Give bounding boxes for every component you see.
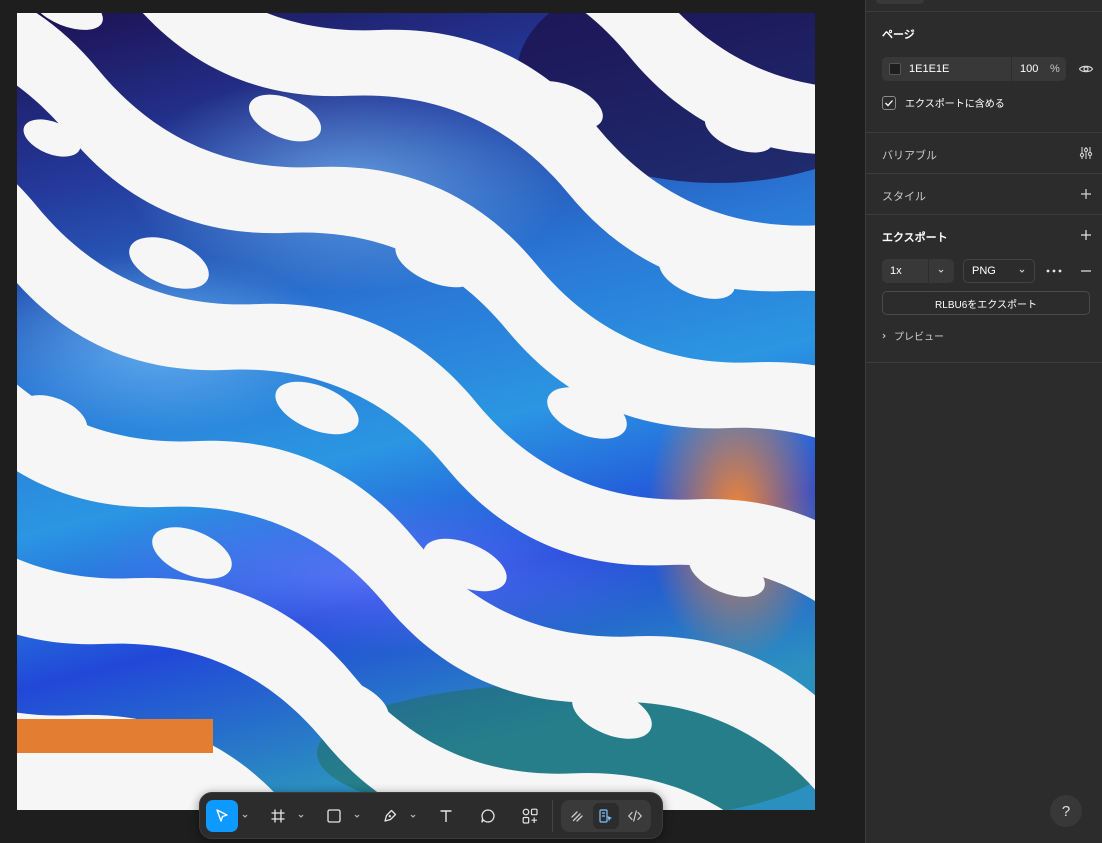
export-format-select[interactable]: PNG (963, 259, 1035, 283)
export-button[interactable]: RLBU6をエクスポート (882, 291, 1090, 315)
draw-mode-icon (571, 810, 583, 822)
pen-tool-dropdown[interactable] (406, 800, 420, 832)
comment-tool-button[interactable] (472, 800, 504, 832)
draw-mode-button[interactable] (564, 803, 590, 829)
frame-tool-dropdown[interactable] (294, 800, 308, 832)
panel-tab-stub[interactable] (876, 0, 924, 4)
remove-export-button[interactable] (1076, 261, 1096, 281)
styles-section-title: スタイル (882, 191, 926, 203)
chevron-down-icon (298, 814, 304, 818)
chevron-down-icon (242, 814, 248, 818)
bottom-toolbar (199, 792, 663, 839)
export-scale-value: 1x (890, 265, 902, 277)
frame-tool-button[interactable] (262, 800, 294, 832)
minus-icon (1081, 270, 1091, 272)
orange-accent-bar (17, 719, 213, 753)
export-section-title: エクスポート (882, 232, 948, 244)
canvas[interactable] (0, 0, 865, 843)
chevron-down-icon (1019, 269, 1025, 273)
chevron-down-icon (938, 269, 944, 273)
properties-panel: ページ 1E1E1E 100 % エクスポートに含める バリアブル スタイル エ… (865, 0, 1102, 843)
app-window: ページ 1E1E1E 100 % エクスポートに含める バリアブル スタイル エ… (0, 0, 1102, 843)
frame-icon (271, 809, 285, 822)
add-export-button[interactable] (1076, 225, 1096, 245)
fill-opacity-value[interactable]: 100 (1020, 63, 1044, 75)
export-format-value: PNG (972, 265, 996, 277)
variables-settings-button[interactable] (1076, 143, 1096, 163)
fill-color-swatch[interactable] (889, 63, 901, 75)
preview-toggle[interactable]: プレビュー (880, 328, 944, 343)
shape-tool-button[interactable] (318, 800, 350, 832)
add-style-button[interactable] (1076, 184, 1096, 204)
checkmark-icon (885, 99, 893, 106)
move-tool-button[interactable] (206, 799, 238, 832)
chevron-right-icon (882, 333, 886, 338)
move-tool-dropdown[interactable] (238, 800, 252, 832)
design-mode-icon (599, 808, 612, 823)
plus-icon (1081, 189, 1091, 199)
chevron-down-icon (410, 814, 416, 818)
include-in-export-label: エクスポートに含める (905, 99, 1005, 110)
page-section-title: ページ (882, 29, 915, 41)
include-in-export-checkbox[interactable]: エクスポートに含める (882, 95, 1005, 110)
rectangle-icon (327, 808, 341, 823)
artboard-frame[interactable] (17, 13, 815, 810)
dev-mode-button[interactable] (622, 803, 648, 829)
export-scale-select[interactable]: 1x (882, 259, 954, 283)
pen-tool-button[interactable] (374, 800, 406, 832)
preview-label: プレビュー (894, 332, 944, 343)
sliders-icon (1079, 147, 1093, 159)
actions-tool-button[interactable] (514, 800, 546, 832)
export-more-options-button[interactable] (1044, 261, 1064, 281)
checkbox-box[interactable] (882, 95, 896, 110)
divider (866, 173, 1102, 174)
help-button[interactable]: ? (1050, 795, 1082, 827)
plus-icon (1081, 230, 1091, 240)
divider (866, 132, 1102, 133)
fill-hex-value[interactable]: 1E1E1E (909, 63, 1009, 75)
variables-section-title: バリアブル (882, 150, 937, 162)
visibility-toggle[interactable] (1076, 59, 1096, 79)
divider (866, 362, 1102, 363)
shape-tool-dropdown[interactable] (350, 800, 364, 832)
divider (866, 214, 1102, 215)
pen-icon (384, 809, 397, 822)
eye-icon (1078, 65, 1094, 73)
text-tool-button[interactable] (430, 800, 462, 832)
chevron-down-icon (354, 814, 360, 818)
actions-icon (522, 808, 538, 824)
fill-opacity-unit: % (1050, 63, 1060, 75)
more-horizontal-icon (1046, 269, 1062, 273)
dev-mode-icon (627, 809, 643, 822)
design-mode-button[interactable] (593, 802, 619, 829)
text-icon (440, 809, 452, 822)
divider (866, 11, 1102, 12)
comment-icon (481, 808, 495, 823)
move-icon (216, 808, 228, 822)
artwork-graphic (17, 13, 815, 810)
page-fill-field[interactable]: 1E1E1E 100 % (882, 57, 1066, 81)
mode-switcher (561, 799, 651, 832)
